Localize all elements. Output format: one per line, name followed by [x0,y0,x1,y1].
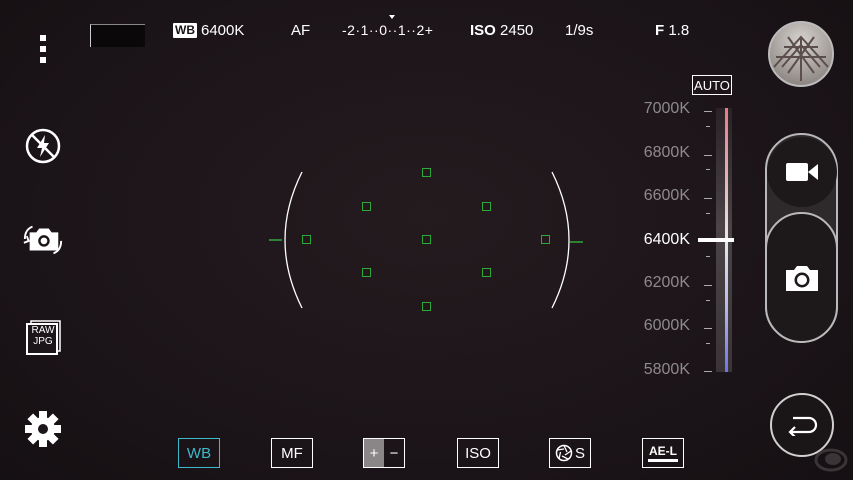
iso-button[interactable]: ISO [457,438,499,468]
focus-point[interactable] [422,235,431,244]
wb-scale-label[interactable]: 6800K [632,144,690,162]
focus-mode-readout[interactable]: AF [291,22,310,39]
wb-readout[interactable]: WB 6400K [173,22,244,39]
wb-scale-label-selected[interactable]: 6400K [632,231,690,249]
gallery-thumbnail[interactable] [768,21,834,87]
wb-scale-label[interactable]: 6600K [632,187,690,205]
wb-slider-handle[interactable] [698,238,734,242]
more-vert-icon[interactable] [22,28,64,70]
wb-scale-label[interactable]: 6000K [632,317,690,335]
aperture-readout: F 1.8 [655,22,689,39]
iso-readout[interactable]: ISO 2450 [470,22,533,39]
shutter-speed-button[interactable]: S [549,438,591,468]
shutter-readout[interactable]: 1/9s [565,22,593,39]
focus-point[interactable] [482,268,491,277]
settings-icon[interactable] [22,408,64,450]
wb-scale-label[interactable]: 5800K [632,361,690,379]
raw-jpg-label: RAW JPG [28,325,58,347]
camera-viewfinder[interactable]: WB 6400K AF -2·1··0··1··2+ ISO 2450 1/9s … [0,0,853,480]
aperture-value: 1.8 [668,22,690,39]
photo-capture-icon[interactable] [765,212,838,343]
focus-point[interactable] [302,235,311,244]
ev-marker-icon [389,15,395,19]
ev-minus-label: − [389,444,399,462]
raw-label: RAW [31,325,55,336]
focus-point[interactable] [422,302,431,311]
ae-lock-label: AE-L [649,443,677,458]
exposure-compensation-button[interactable]: + − [363,438,405,468]
shutter-letter: S [574,444,585,462]
manual-focus-button[interactable]: MF [271,438,313,468]
aperture-tag: F [655,22,665,39]
focus-point[interactable] [362,268,371,277]
flash-off-icon[interactable] [22,125,64,167]
switch-camera-icon[interactable] [22,218,64,260]
wb-mode-button[interactable]: WB [178,438,220,468]
raw-jpg-icon[interactable]: RAW JPG [22,316,64,358]
focus-point[interactable] [422,168,431,177]
wb-scale-label[interactable]: 7000K [632,100,690,118]
ae-lock-button[interactable]: AE-L [642,438,684,468]
aperture-icon [555,444,573,462]
histogram-indicator [90,24,145,47]
iso-value: 2450 [500,22,534,39]
video-record-icon[interactable] [767,137,837,207]
ae-lock-bar [648,458,678,462]
wb-auto-button[interactable]: AUTO [692,75,732,95]
focus-point[interactable] [362,202,371,211]
watermark-logo [813,443,849,473]
ev-plus-label: + [364,439,384,467]
iso-tag: ISO [470,22,496,39]
focus-point[interactable] [482,202,491,211]
wb-scale-label[interactable]: 6200K [632,274,690,292]
jpg-label: JPG [33,336,53,347]
wb-tag: WB [173,23,197,38]
focus-point[interactable] [541,235,550,244]
wb-value: 6400K [201,22,245,39]
ev-scale-readout[interactable]: -2·1··0··1··2+ [342,22,433,38]
